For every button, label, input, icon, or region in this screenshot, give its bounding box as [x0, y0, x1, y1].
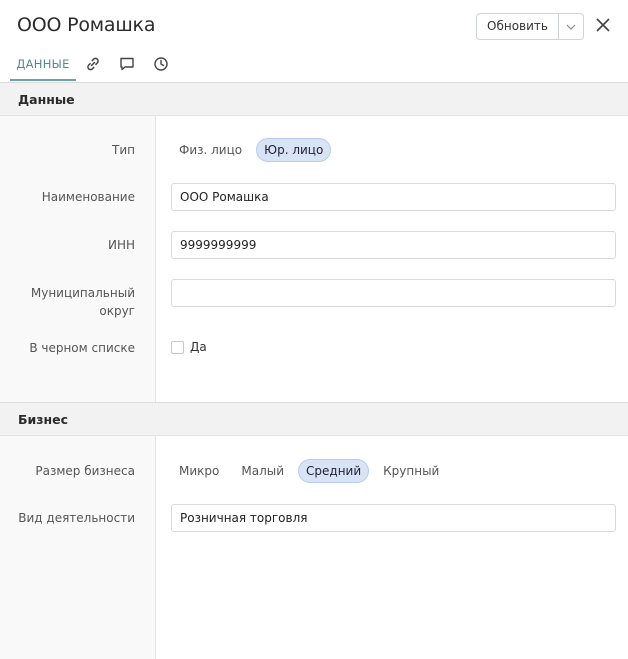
close-icon [596, 18, 610, 32]
section-title: Бизнес [18, 412, 69, 427]
section-header-data: Данные [0, 82, 628, 116]
refresh-button-group: Обновить [476, 13, 584, 40]
history-icon [154, 57, 168, 71]
page-title: ООО Ромашка [17, 14, 156, 36]
blacklist-checkbox-label[interactable]: Да [190, 340, 207, 354]
inn-field[interactable]: 9999999999 [171, 231, 616, 259]
refresh-dropdown-button[interactable] [559, 14, 583, 39]
tab-comments[interactable] [110, 48, 144, 80]
tab-links[interactable] [76, 48, 110, 80]
activity-label: Вид деятельности [18, 511, 135, 525]
chevron-down-icon [566, 24, 576, 30]
section-title: Данные [18, 92, 75, 107]
type-label: Тип [112, 143, 135, 157]
municipal-label-line2: округ [99, 304, 135, 318]
tab-data[interactable]: ДАННЫЕ [10, 48, 76, 81]
business-size-label: Размер бизнеса [35, 464, 135, 478]
blacklist-checkbox-row: Да [171, 340, 207, 354]
business-size-selector: Микро Малый Средний Крупный [171, 459, 453, 483]
tab-history[interactable] [144, 48, 178, 80]
refresh-button[interactable]: Обновить [477, 14, 559, 39]
type-option-legal-entity[interactable]: Юр. лицо [256, 138, 332, 162]
panel-header: ООО Ромашка Обновить ДАННЫЕ [0, 0, 628, 82]
size-option-micro[interactable]: Микро [171, 459, 227, 483]
close-button[interactable] [592, 14, 614, 36]
municipal-field[interactable] [171, 279, 616, 307]
link-icon [87, 57, 99, 71]
section-header-business: Бизнес [0, 402, 628, 436]
size-option-medium[interactable]: Средний [298, 459, 370, 483]
size-option-small[interactable]: Малый [233, 459, 292, 483]
blacklist-label: В черном списке [29, 341, 135, 355]
blacklist-checkbox[interactable] [171, 340, 184, 354]
name-field[interactable]: ООО Ромашка [171, 183, 616, 211]
activity-field[interactable]: Розничная торговля [171, 504, 616, 532]
type-selector: Физ. лицо Юр. лицо [171, 138, 337, 162]
inn-label: ИНН [107, 238, 135, 252]
comment-icon [120, 57, 134, 71]
tab-bar: ДАННЫЕ [10, 48, 178, 82]
municipal-label-line1: Муниципальный [30, 286, 135, 300]
municipal-label: Муниципальный округ [5, 284, 135, 320]
size-option-large[interactable]: Крупный [375, 459, 447, 483]
type-option-individual[interactable]: Физ. лицо [171, 138, 250, 162]
name-label: Наименование [41, 190, 135, 204]
